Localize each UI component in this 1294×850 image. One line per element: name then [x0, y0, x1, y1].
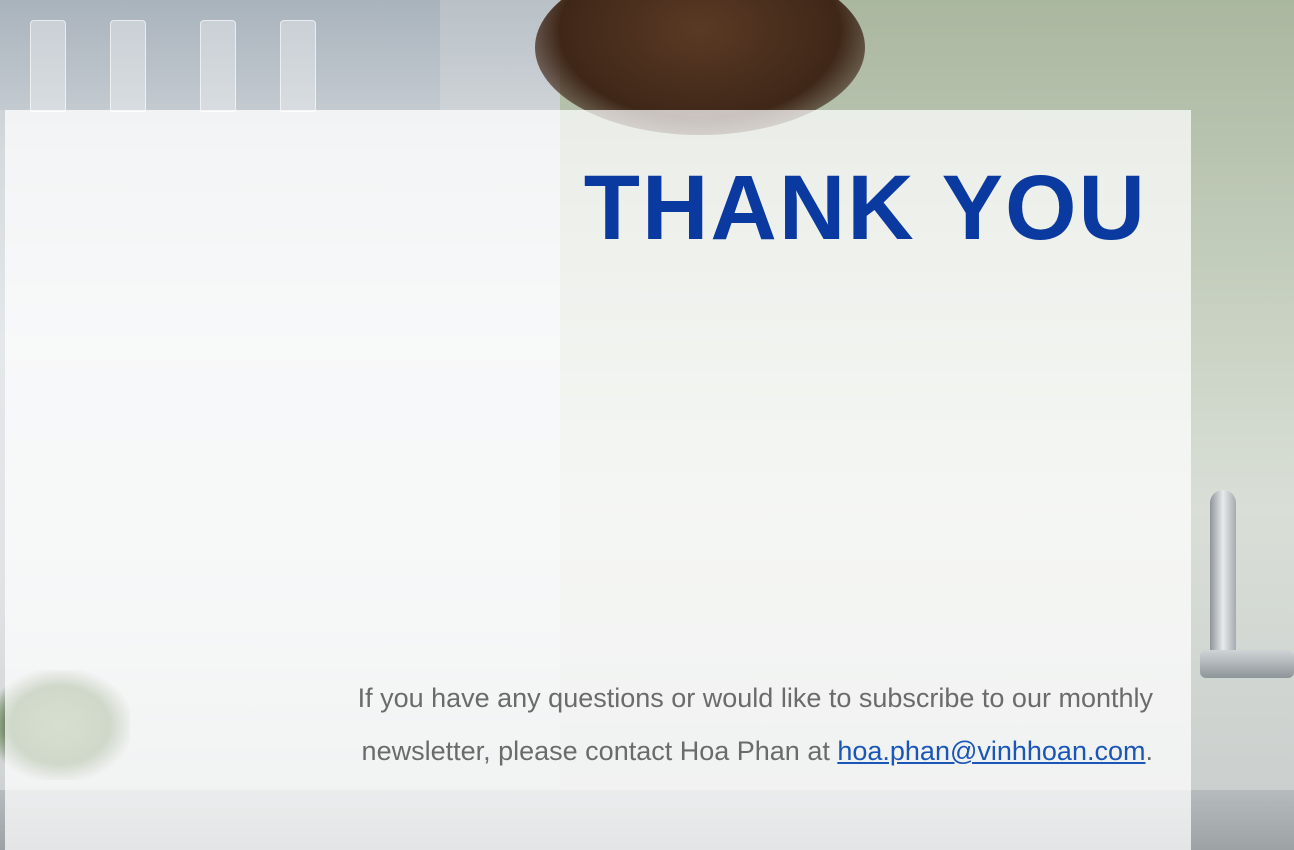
- contact-message: If you have any questions or would like …: [193, 672, 1153, 778]
- glass-decoration: [30, 20, 66, 112]
- content-panel: THANK YOU If you have any questions or w…: [5, 110, 1191, 850]
- glass-decoration: [280, 20, 316, 112]
- background-faucet: [1200, 490, 1294, 730]
- message-line-1: If you have any questions or would like …: [357, 683, 1153, 713]
- glass-decoration: [110, 20, 146, 112]
- page-title: THANK YOU: [583, 157, 1147, 259]
- faucet-neck: [1210, 490, 1236, 660]
- message-line-2-prefix: newsletter, please contact Hoa Phan at: [361, 736, 838, 766]
- message-line-2-suffix: .: [1145, 736, 1153, 766]
- glass-decoration: [200, 20, 236, 112]
- background-shelf: [0, 0, 440, 112]
- faucet-base: [1200, 650, 1294, 678]
- slide-canvas: THANK YOU If you have any questions or w…: [0, 0, 1294, 850]
- contact-email-link[interactable]: hoa.phan@vinhhoan.com: [837, 736, 1145, 766]
